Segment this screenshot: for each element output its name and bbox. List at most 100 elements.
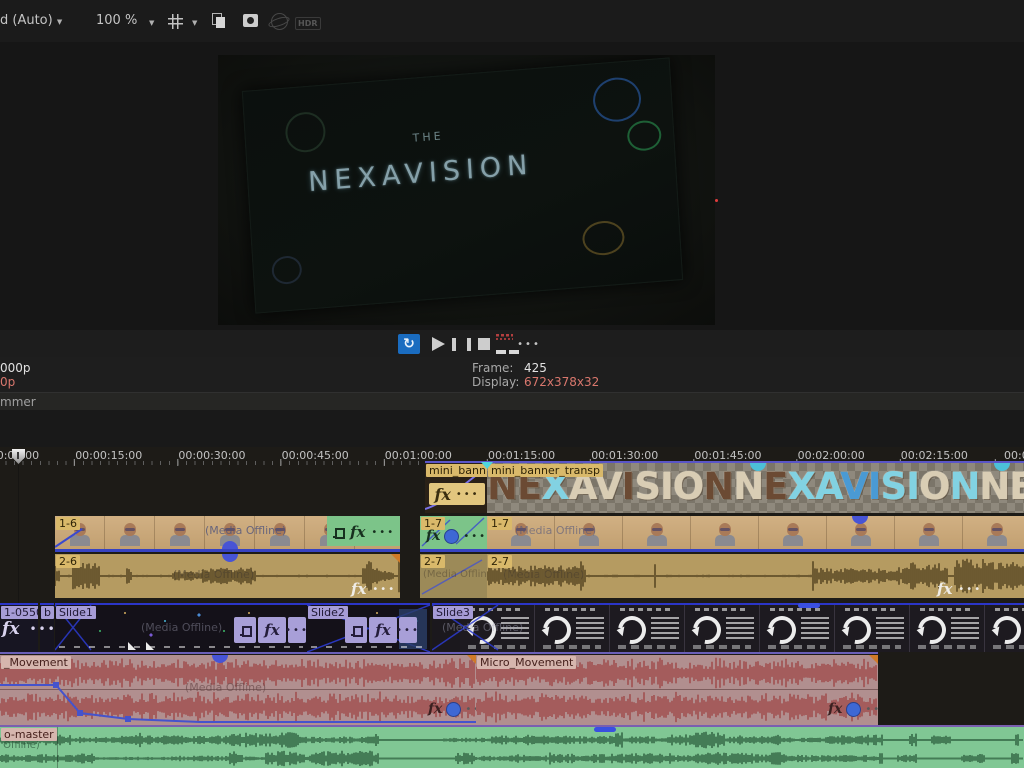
stop-button[interactable] (473, 334, 495, 354)
keyframe-pill-icon[interactable] (594, 727, 616, 732)
crop-button[interactable] (234, 617, 256, 643)
app-window: d (Auto) ▼ 100 % ▼ ▼ HDR THE NEXAVISION (0, 0, 1024, 768)
more-icon[interactable]: ••• (29, 622, 56, 636)
export-frame-button[interactable] (496, 334, 518, 354)
clip-micro-movement-1[interactable]: _Movement (Media Offline) fx ••• (0, 655, 476, 725)
keyframe-circle-icon[interactable] (446, 702, 461, 717)
clip-label: o-master (1, 728, 57, 741)
clip-label: Slide1 (56, 606, 96, 619)
grid-icon[interactable] (168, 14, 183, 29)
fx-button[interactable]: fx (258, 617, 286, 643)
media-offline-text: (Media Offline) (423, 569, 487, 580)
offline-text-lines (801, 617, 829, 641)
more-icon[interactable]: ••• (865, 704, 878, 715)
chevron-down-icon: ▼ (57, 18, 62, 26)
panel-tab-fragment[interactable]: mmer (0, 395, 36, 409)
fx-icon[interactable]: fx (350, 523, 365, 541)
clip-slide1[interactable]: Slide1 (Media Offline) fx ••• (55, 603, 307, 652)
crop-icon[interactable] (333, 527, 344, 538)
transport-more-button[interactable]: ••• (518, 334, 540, 354)
zoom-caret-icon[interactable]: ▼ (149, 19, 154, 27)
fx-button[interactable]: fx (369, 617, 397, 643)
clip-buttons: fx ••• (2, 619, 57, 639)
offline-frames (460, 605, 1024, 652)
frame-label: Frame: (472, 361, 513, 375)
offline-footer-lines (918, 645, 976, 649)
keyframe-circle-icon[interactable] (846, 702, 861, 717)
fade-handle-icon[interactable] (128, 642, 136, 650)
more-button[interactable]: ••• (288, 617, 306, 643)
loop-playback-button[interactable]: ↻ (398, 334, 420, 354)
clip-slide3[interactable]: Slide3 (Media Offline) (432, 603, 1024, 652)
clip-label: mini_bann (426, 464, 487, 477)
export-frame-icon (499, 338, 516, 351)
fade-handle-icon[interactable] (481, 462, 493, 469)
loop-icon: ↻ (403, 336, 415, 352)
view-mode-dropdown[interactable]: d (Auto) ▼ (0, 13, 62, 28)
selection-corner (869, 655, 878, 664)
fade-handle-icon[interactable] (146, 642, 154, 650)
media-offline-text: (Media Offline) (173, 568, 254, 581)
more-icon[interactable]: ••• (958, 584, 982, 595)
clip-1-7-long[interactable]: 1-7 (Media Offline) (487, 516, 1024, 552)
more-button[interactable]: ••• (399, 617, 417, 643)
clip-label: mini_banner_transp (488, 464, 603, 477)
clip-label: 1-6 (56, 517, 80, 530)
fx-icon[interactable]: fx (428, 701, 442, 717)
fx-icon: fx (264, 621, 279, 639)
media-offline-text: (Media Offline) (0, 740, 40, 751)
media-offline-text: (Media Offline) (442, 621, 523, 634)
copy-frame-icon[interactable] (212, 13, 226, 28)
zoom-level-value: 100 % (96, 13, 137, 28)
media-offline-text: (Media Offline) (185, 681, 266, 694)
pause-button[interactable] (450, 334, 472, 354)
fx-icon[interactable]: fx (426, 528, 440, 544)
fx-icon[interactable]: fx (2, 619, 19, 639)
crop-button[interactable] (345, 617, 367, 643)
fx-icon: fx (375, 621, 390, 639)
play-button[interactable] (427, 334, 449, 354)
clip-2-7-short[interactable]: 2-7 (Media Offline) (420, 554, 487, 598)
keyframe-circle-icon[interactable] (444, 529, 459, 544)
timeline-panel: 00:00:00:0000:00:15:0000:00:30:0000:00:4… (0, 447, 1024, 768)
media-offline-text: (Media Offline) (205, 524, 286, 537)
offline-frame (985, 605, 1024, 652)
clip-audio-master[interactable]: o-master (Media Offline) (0, 727, 1024, 768)
clip-micro-movement-2[interactable]: Micro_Movement fx ••• (476, 655, 878, 725)
clip-slide2[interactable]: Slide2 fx ••• (307, 603, 430, 652)
snapshot-icon[interactable] (243, 14, 258, 27)
clip-fx-button[interactable]: fx ••• (429, 483, 485, 505)
orbit-3d-icon (271, 13, 288, 30)
fx-icon[interactable]: fx (828, 701, 842, 717)
clip-label: 2-7 (421, 555, 445, 568)
clip-1-7-short[interactable]: 1-7 fx ••• (420, 516, 487, 552)
doodle-circle-4 (284, 111, 326, 154)
more-icon[interactable]: ••• (463, 531, 487, 542)
more-icon[interactable]: ••• (372, 584, 396, 595)
clip-buttons: fx ••• (351, 580, 396, 598)
fx-icon[interactable]: fx (351, 580, 366, 598)
viewer-panel: THE NEXAVISION (0, 42, 1024, 330)
offline-text-lines (876, 617, 904, 641)
more-icon[interactable]: ••• (465, 704, 476, 715)
display-label: Display: (472, 375, 519, 389)
panel-tab-strip: mmer (0, 392, 1024, 411)
more-icon: ••• (396, 625, 420, 636)
viewer-toolbar: d (Auto) ▼ 100 % ▼ ▼ HDR (0, 0, 1024, 43)
preview-title-main: NEXAVISION (307, 149, 534, 198)
zoom-level[interactable]: 100 % (96, 13, 137, 28)
clip-label: _Movement (1, 656, 71, 669)
crop-icon (351, 625, 362, 636)
crop-icon (240, 625, 251, 636)
clip-2-7-long[interactable]: 2-7 (Media Offline) fx ••• (487, 554, 1024, 598)
offline-footer-lines (843, 645, 901, 649)
pause-icon (452, 338, 471, 351)
grid-caret-icon[interactable]: ▼ (192, 19, 197, 27)
fx-icon[interactable]: fx (937, 580, 952, 598)
clip-mini-banner[interactable]: mini_bann fx ••• (425, 463, 487, 513)
more-icon: ••• (517, 339, 541, 350)
keyframe-pill-icon[interactable] (798, 603, 820, 608)
waveform-divider (476, 689, 878, 690)
more-icon[interactable]: ••• (371, 527, 395, 538)
viewer-canvas[interactable]: THE NEXAVISION (218, 55, 715, 325)
